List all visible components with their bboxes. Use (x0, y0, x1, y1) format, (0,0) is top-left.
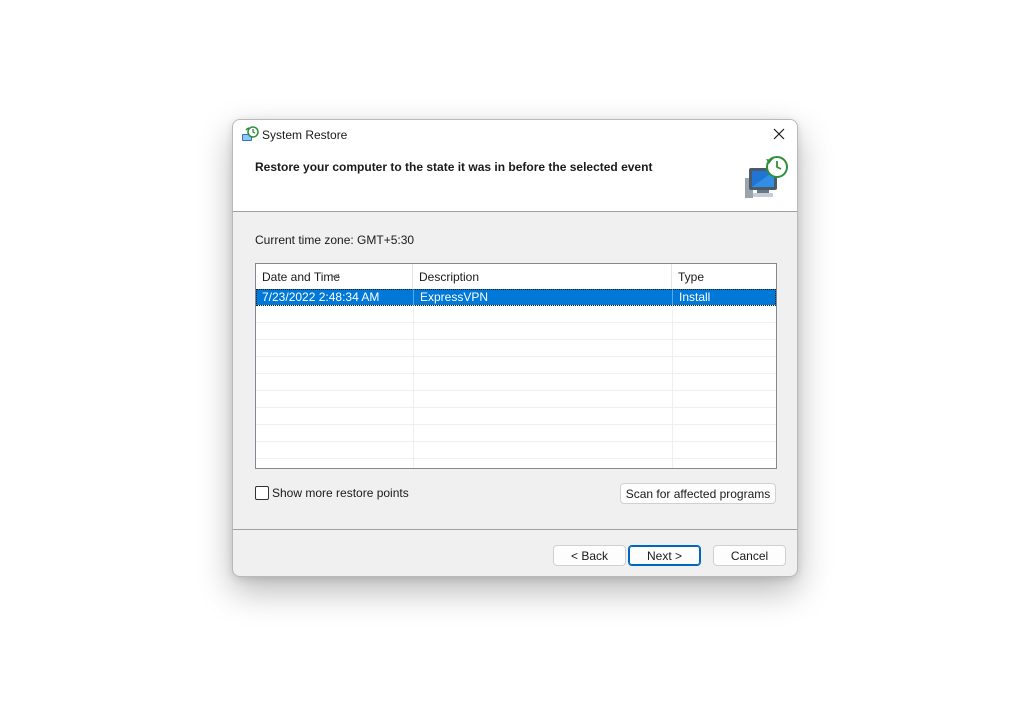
empty-row (256, 408, 776, 425)
empty-row (256, 340, 776, 357)
close-button[interactable] (767, 124, 791, 146)
column-divider (413, 306, 414, 468)
column-type-label: Type (678, 270, 705, 284)
empty-row (256, 374, 776, 391)
empty-row (256, 306, 776, 323)
scan-affected-programs-button[interactable]: Scan for affected programs (620, 483, 776, 504)
checkbox-box[interactable] (255, 486, 269, 500)
show-more-restore-points-checkbox[interactable]: Show more restore points (255, 486, 409, 500)
column-divider (672, 306, 673, 468)
table-row[interactable]: 7/23/2022 2:48:34 AM ExpressVPN Install (256, 289, 776, 306)
cancel-button[interactable]: Cancel (713, 545, 786, 566)
system-restore-icon (241, 126, 259, 144)
system-restore-window: System Restore Restore your computer to … (232, 119, 798, 577)
cell-date: 7/23/2022 2:48:34 AM (262, 290, 380, 304)
restore-points-list[interactable]: Date and Time Description Type 7/23/2022… (255, 263, 777, 469)
column-type[interactable]: Type (672, 264, 776, 288)
page-heading: Restore your computer to the state it wa… (255, 160, 653, 174)
empty-row (256, 442, 776, 459)
cell-description: ExpressVPN (413, 289, 672, 306)
back-button[interactable]: < Back (553, 545, 626, 566)
column-date-label: Date and Time (262, 270, 341, 284)
empty-row (256, 391, 776, 408)
cell-type: Install (672, 289, 776, 306)
empty-row (256, 357, 776, 374)
next-button[interactable]: Next > (628, 545, 701, 566)
computer-restore-icon (743, 154, 791, 202)
column-description-label: Description (419, 270, 480, 284)
window-title: System Restore (262, 128, 348, 142)
footer-divider (233, 529, 797, 530)
empty-row (256, 323, 776, 340)
dialog-header: System Restore Restore your computer to … (233, 120, 797, 212)
sort-chevron-icon (330, 264, 340, 279)
list-header: Date and Time Description Type (256, 264, 776, 288)
column-description[interactable]: Description (413, 264, 672, 288)
empty-row (256, 425, 776, 442)
checkbox-label: Show more restore points (272, 486, 409, 500)
column-date-and-time[interactable]: Date and Time (256, 264, 413, 288)
close-icon (773, 128, 785, 143)
timezone-label: Current time zone: GMT+5:30 (255, 233, 415, 247)
